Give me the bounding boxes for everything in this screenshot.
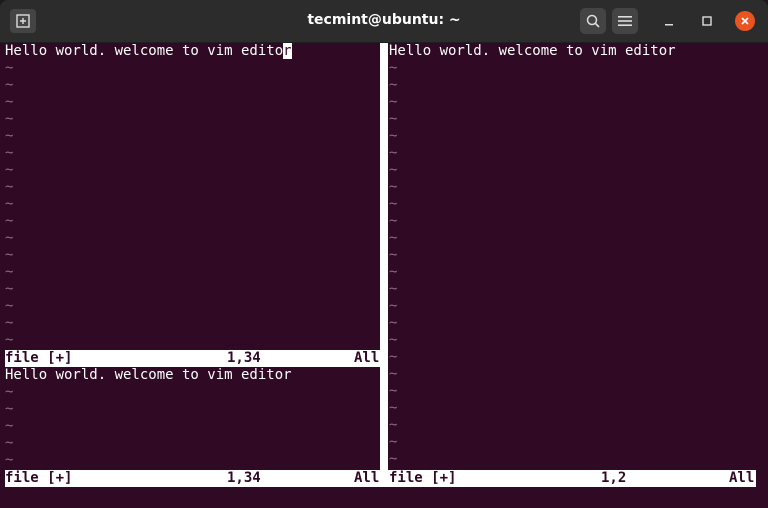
status-file-name: file [+] [5,470,73,486]
empty-line-tilde: ~ [5,77,14,93]
empty-line-tilde: ~ [5,264,14,280]
status-scroll-position: All [354,350,380,366]
empty-line-tilde: ~ [389,264,398,280]
empty-line-tilde: ~ [389,332,398,348]
empty-line-tilde: ~ [5,162,14,178]
status-scroll-position: All [354,470,380,486]
minimize-button[interactable] [658,10,680,32]
top-left-status-line: file [+] 1,34 All [5,350,380,367]
empty-line-tilde: ~ [5,179,14,195]
maximize-icon [702,16,712,26]
empty-line-tilde: ~ [389,230,398,246]
empty-line-tilde: ~ [5,111,14,127]
status-file-name: file [+] [5,350,73,366]
empty-line-tilde: ~ [389,451,398,467]
minimize-icon [665,24,673,26]
empty-line-tilde: ~ [389,77,398,93]
text-before-cursor: Hello world. welcome to vim edito [5,43,284,59]
empty-line-tilde: ~ [5,247,14,263]
empty-line-tilde: ~ [389,400,398,416]
empty-line-tilde: ~ [5,281,14,297]
status-cursor-position: 1,2 [601,470,627,486]
empty-line-tilde: ~ [5,435,14,451]
empty-line-tilde: ~ [389,145,398,161]
empty-line-tilde: ~ [389,281,398,297]
bottom-left-text-line[interactable]: Hello world. welcome to vim editor [5,367,292,384]
empty-line-tilde: ~ [389,111,398,127]
empty-line-tilde: ~ [389,417,398,433]
empty-line-tilde: ~ [5,94,14,110]
empty-line-tilde: ~ [389,60,398,76]
status-file-name: file [+] [389,470,457,486]
empty-line-tilde: ~ [389,94,398,110]
empty-line-tilde: ~ [5,196,14,212]
vertical-split-separator[interactable] [380,43,388,487]
empty-line-tilde: ~ [5,298,14,314]
status-cursor-position: 1,34 [227,350,261,366]
empty-line-tilde: ~ [5,332,14,348]
empty-line-tilde: ~ [5,315,14,331]
window-title: tecmint@ubuntu: ~ [307,12,461,28]
empty-line-tilde: ~ [389,383,398,399]
cursor: r [283,43,292,59]
terminal-area[interactable]: Hello world. welcome to vim editor ~ ~ ~ ~ ~… [0,43,768,508]
empty-line-tilde: ~ [389,366,398,382]
empty-line-tilde: ~ [5,213,14,229]
terminal-window: tecmint@ubuntu: ~ Hello world. welcome t… [0,0,768,508]
empty-line-tilde: ~ [389,434,398,450]
top-left-text-line[interactable]: Hello world. welcome to vim editor [5,43,292,60]
empty-line-tilde: ~ [5,452,14,468]
empty-line-tilde: ~ [5,145,14,161]
search-button[interactable] [580,8,606,34]
bottom-left-status-line: file [+] 1,34 All [5,470,380,487]
right-status-line: file [+] 1,2 All [388,470,756,487]
hamburger-menu-icon [618,16,632,26]
empty-line-tilde: ~ [5,60,14,76]
empty-line-tilde: ~ [389,213,398,229]
title-bar: tecmint@ubuntu: ~ [0,0,768,43]
empty-line-tilde: ~ [389,196,398,212]
empty-line-tilde: ~ [5,401,14,417]
empty-line-tilde: ~ [389,315,398,331]
status-cursor-position: 1,34 [227,470,261,486]
empty-line-tilde: ~ [5,418,14,434]
status-scroll-position: All [729,470,755,486]
empty-line-tilde: ~ [389,247,398,263]
menu-button[interactable] [612,8,638,34]
right-text-line[interactable]: Hello world. welcome to vim editor [389,43,676,60]
search-icon [586,14,600,28]
empty-line-tilde: ~ [5,128,14,144]
empty-line-tilde: ~ [389,128,398,144]
empty-line-tilde: ~ [389,298,398,314]
maximize-button[interactable] [696,10,718,32]
close-button[interactable] [735,11,755,31]
empty-line-tilde: ~ [5,384,14,400]
close-icon [741,17,749,25]
empty-line-tilde: ~ [5,230,14,246]
empty-line-tilde: ~ [389,179,398,195]
empty-line-tilde: ~ [389,162,398,178]
empty-line-tilde: ~ [389,349,398,365]
